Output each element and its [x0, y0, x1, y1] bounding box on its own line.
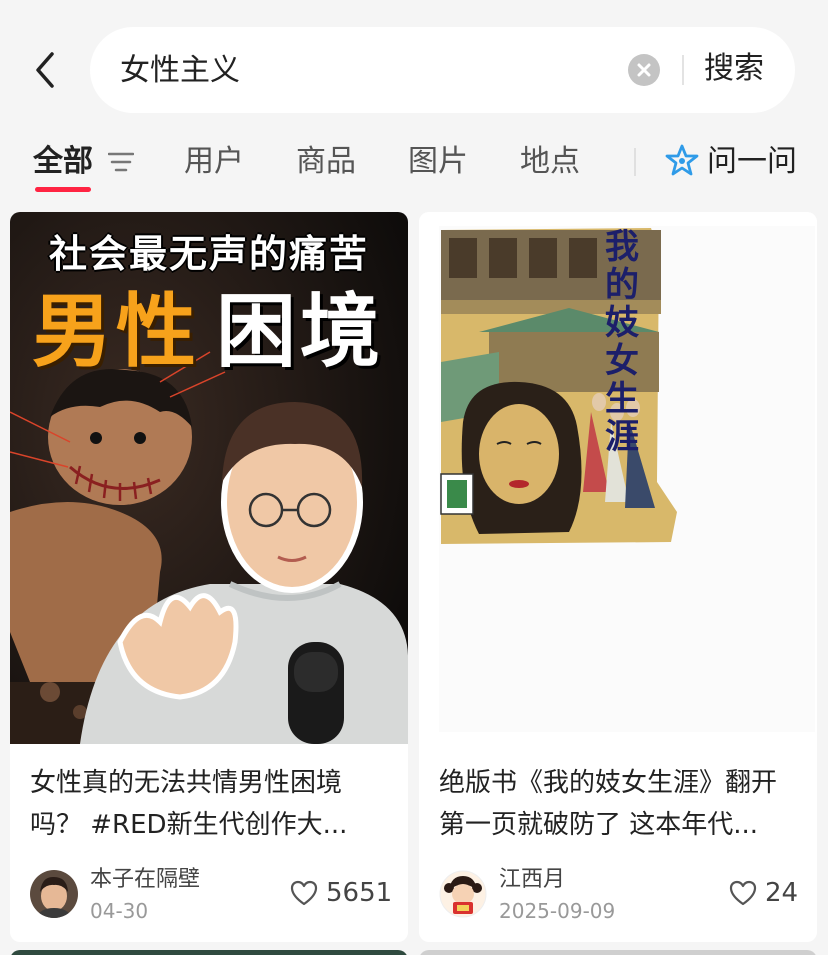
avatar[interactable] [439, 870, 487, 918]
svg-text:我: 我 [605, 227, 639, 267]
search-header: 女性主义 搜索 [0, 0, 828, 130]
search-query[interactable]: 女性主义 [120, 51, 240, 91]
active-tab-indicator [35, 187, 91, 192]
tab-places[interactable]: 地点 [520, 142, 580, 182]
tab-products[interactable]: 商品 [296, 142, 356, 182]
heart-icon[interactable] [729, 880, 757, 906]
note-card[interactable]: 社会最无声的痛苦 男性 困境 女性真的无法共情男性困境 吗？ #RED新生代创作… [10, 212, 408, 942]
avatar[interactable] [30, 870, 78, 918]
search-input[interactable]: 女性主义 搜索 [90, 27, 795, 113]
search-divider [682, 55, 684, 85]
note-title-line: 吗？ #RED新生代创作大... [30, 810, 348, 840]
note-title-line: 女性真的无法共情男性困境 [30, 768, 343, 798]
author-name[interactable]: 江西月 [499, 866, 565, 894]
sparkle-star-icon [665, 144, 699, 176]
svg-text:涯: 涯 [605, 417, 639, 457]
svg-text:妓: 妓 [605, 303, 640, 343]
cover-big-title: 男性 困境 [32, 284, 392, 380]
post-date: 04-30 [90, 899, 149, 923]
svg-text:的: 的 [605, 265, 639, 305]
post-date: 2025-09-09 [499, 899, 616, 923]
like-count: 5651 [326, 878, 393, 908]
cover-big-orange: 男性 [32, 285, 200, 378]
filter-icon[interactable] [107, 150, 135, 174]
ask-label: 问一问 [707, 144, 797, 179]
next-note-card-preview[interactable] [10, 950, 408, 955]
svg-text:女: 女 [605, 341, 639, 381]
author-name[interactable]: 本子在隔壁 [90, 866, 200, 894]
search-button[interactable]: 搜索 [704, 49, 764, 89]
note-title-line: 绝版书《我的妓女生涯》翻开 [439, 768, 778, 798]
note-title[interactable]: 女性真的无法共情男性困境 吗？ #RED新生代创作大... [30, 762, 390, 846]
note-card[interactable]: 我的妓 女生涯 绝版书《我的妓女生涯》翻开 第一页就破防了 这本年代... 江西… [419, 212, 817, 942]
next-note-card-preview[interactable] [419, 950, 817, 955]
note-cover-image: 我的妓 女生涯 [419, 212, 817, 744]
cover-headline: 社会最无声的痛苦 [48, 232, 369, 276]
heart-icon[interactable] [290, 880, 318, 906]
note-title-line: 第一页就破防了 这本年代... [439, 810, 759, 840]
book-cover-illustration: 我的妓 女生涯 [419, 212, 817, 744]
note-title[interactable]: 绝版书《我的妓女生涯》翻开 第一页就破防了 这本年代... [439, 762, 799, 846]
tab-images[interactable]: 图片 [408, 142, 468, 182]
tab-all[interactable]: 全部 [33, 142, 93, 182]
svg-text:生: 生 [605, 379, 639, 419]
cover-big-white: 困境 [216, 285, 384, 378]
clear-search-button[interactable] [628, 54, 660, 86]
close-icon [637, 63, 651, 77]
note-cover-image: 社会最无声的痛苦 男性 困境 [10, 212, 408, 744]
like-count: 24 [765, 878, 799, 908]
filter-tabs: 全部 用户 商品 图片 地点 问一问 [0, 130, 828, 196]
chevron-left-icon [36, 52, 54, 88]
tab-users[interactable]: 用户 [184, 142, 244, 182]
tabs-divider [634, 148, 636, 176]
back-button[interactable] [28, 48, 64, 92]
